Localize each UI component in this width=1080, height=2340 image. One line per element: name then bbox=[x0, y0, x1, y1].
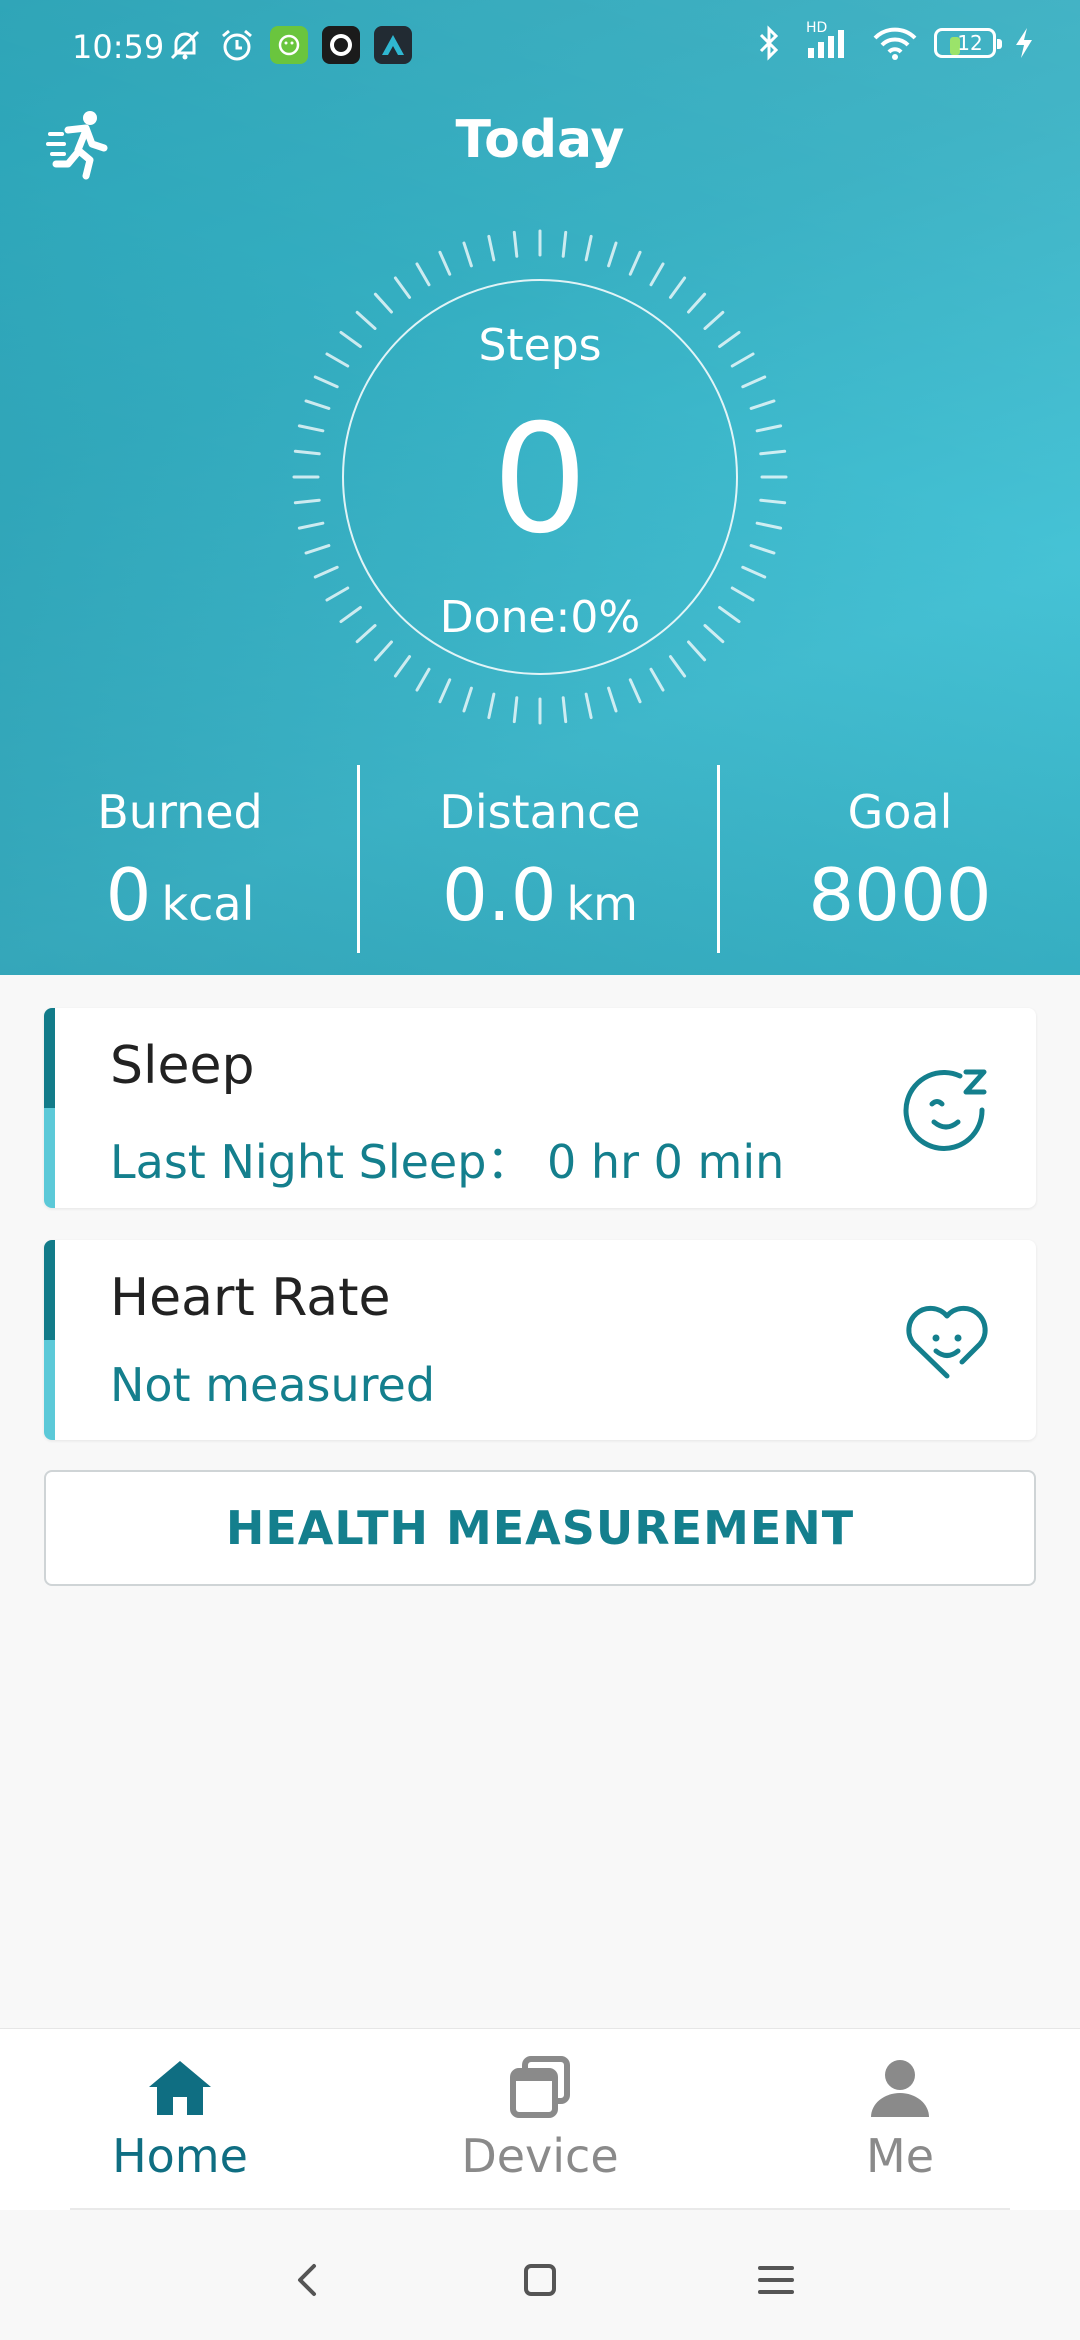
stat-burned: Burned 0 kcal bbox=[0, 765, 360, 955]
page-title: Today bbox=[455, 110, 625, 170]
ring-tick bbox=[649, 667, 665, 692]
ring-tick bbox=[584, 692, 593, 720]
bottom-nav: Home Device Me bbox=[0, 2028, 1080, 2210]
steps-done-percent: Done:0% bbox=[439, 592, 641, 643]
home-icon bbox=[147, 2055, 213, 2121]
ring-tick bbox=[741, 375, 767, 389]
nav-item-device[interactable]: Device bbox=[360, 2029, 720, 2209]
ring-tick bbox=[649, 262, 665, 287]
ring-tick bbox=[393, 276, 412, 299]
ring-tick bbox=[487, 234, 496, 262]
ring-tick bbox=[393, 655, 412, 678]
wifi-icon bbox=[872, 24, 918, 62]
divider bbox=[70, 2208, 1010, 2210]
health-measurement-button[interactable]: HEALTH MEASUREMENT bbox=[44, 1470, 1036, 1586]
sleep-card[interactable]: Sleep Last Night Sleep： 0 hr 0 min bbox=[44, 1008, 1036, 1208]
card-subtitle: Not measured bbox=[110, 1358, 436, 1412]
person-icon bbox=[867, 2055, 933, 2121]
network-badge: HD bbox=[806, 20, 828, 36]
nav-label: Home bbox=[112, 2129, 248, 2183]
status-time: 10:59 bbox=[72, 28, 165, 66]
ring-tick bbox=[462, 686, 473, 713]
nav-item-home[interactable]: Home bbox=[0, 2029, 360, 2209]
app-notification-icon bbox=[322, 26, 360, 64]
ring-tick bbox=[561, 696, 568, 724]
stat-goal: Goal 8000 bbox=[720, 765, 1080, 955]
card-title: Heart Rate bbox=[110, 1268, 391, 1328]
steps-label: Steps bbox=[478, 320, 602, 371]
ring-tick bbox=[415, 667, 431, 692]
ring-tick bbox=[438, 678, 452, 704]
card-title: Sleep bbox=[110, 1036, 255, 1096]
ring-tick bbox=[628, 250, 642, 276]
ring-tick bbox=[373, 640, 393, 662]
stat-label: Burned bbox=[97, 785, 263, 839]
ring-tick bbox=[512, 230, 519, 258]
ring-tick bbox=[487, 692, 496, 720]
ring-tick bbox=[607, 686, 618, 713]
alarm-icon bbox=[218, 26, 256, 64]
status-bar: 10:59 HD 12 bbox=[0, 0, 1080, 96]
ring-tick bbox=[687, 640, 707, 662]
card-subtitle: Last Night Sleep： 0 hr 0 min bbox=[110, 1135, 785, 1189]
hero-panel: 10:59 HD 12 Today Steps 0 Done:0% Burned… bbox=[0, 0, 1080, 975]
ring-tick bbox=[607, 241, 618, 268]
ring-tick bbox=[438, 250, 452, 276]
ring-tick bbox=[628, 678, 642, 704]
nav-item-me[interactable]: Me bbox=[720, 2029, 1080, 2209]
signal-icon: HD bbox=[804, 20, 856, 62]
ring-tick bbox=[313, 375, 339, 389]
ring-tick bbox=[415, 262, 431, 287]
stat-value: 0 bbox=[105, 853, 152, 937]
stat-value: 8000 bbox=[808, 853, 992, 937]
stat-label: Goal bbox=[847, 785, 953, 839]
app-notification-icon bbox=[374, 26, 412, 64]
stat-label: Distance bbox=[439, 785, 641, 839]
home-square-icon[interactable] bbox=[510, 2250, 570, 2310]
bluetooth-icon bbox=[750, 24, 788, 62]
stat-unit: kcal bbox=[161, 877, 255, 931]
nav-label: Me bbox=[866, 2129, 934, 2183]
nav-label: Device bbox=[461, 2129, 619, 2183]
device-icon bbox=[507, 2055, 573, 2121]
battery-icon: 12 bbox=[934, 28, 1002, 58]
menu-icon[interactable] bbox=[746, 2250, 806, 2310]
ring-tick bbox=[512, 696, 519, 724]
muted-bell-icon bbox=[166, 26, 204, 64]
battery-level: 12 bbox=[957, 31, 983, 55]
ring-tick bbox=[668, 276, 687, 299]
charging-icon bbox=[1012, 24, 1036, 62]
ring-tick bbox=[313, 565, 339, 579]
back-icon[interactable] bbox=[278, 2250, 338, 2310]
ring-tick bbox=[561, 230, 568, 258]
steps-value: 0 bbox=[492, 393, 588, 567]
heart-face-icon bbox=[902, 1296, 992, 1386]
sleep-face-icon bbox=[902, 1064, 992, 1154]
app-notification-icon bbox=[270, 26, 308, 64]
ring-tick bbox=[741, 565, 767, 579]
stat-distance: Distance 0.0 km bbox=[360, 765, 720, 955]
ring-tick bbox=[584, 234, 593, 262]
stats-row: Burned 0 kcal Distance 0.0 km Goal 8000 bbox=[0, 765, 1080, 955]
ring-tick bbox=[462, 241, 473, 268]
heart-rate-card[interactable]: Heart Rate Not measured bbox=[44, 1240, 1036, 1440]
system-nav-bar bbox=[0, 2212, 1080, 2340]
ring-tick bbox=[668, 655, 687, 678]
ring-tick bbox=[687, 292, 707, 314]
stat-unit: km bbox=[566, 877, 638, 931]
stat-value: 0.0 bbox=[442, 853, 557, 937]
ring-tick bbox=[373, 292, 393, 314]
